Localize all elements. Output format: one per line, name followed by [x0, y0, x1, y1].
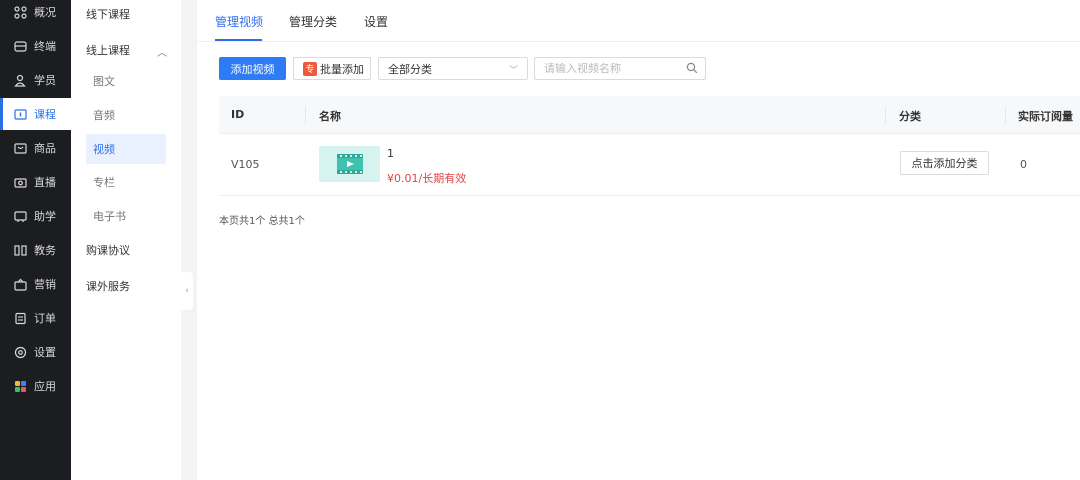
- submenu-label: 电子书: [93, 210, 126, 223]
- column-header-id: ID: [231, 108, 245, 121]
- nav-item-terminal[interactable]: 终端: [0, 30, 71, 62]
- submenu-label: 线上课程: [86, 44, 130, 57]
- marketing-icon: [14, 278, 27, 291]
- main-nav: 概况 终端 学员 课程 商品 直播 助学 教务 营销 订单 设置 应用: [0, 0, 71, 480]
- tab-settings[interactable]: 设置: [364, 13, 388, 30]
- column-separator: [885, 106, 886, 124]
- table-header: ID 名称 分类 实际订阅量: [219, 96, 1080, 134]
- add-video-button[interactable]: 添加视频: [219, 57, 286, 80]
- column-header-subscriptions: 实际订阅量: [1018, 110, 1073, 123]
- nav-label: 订单: [34, 312, 56, 325]
- nav-label: 学员: [34, 74, 56, 87]
- nav-item-academic[interactable]: 教务: [0, 234, 71, 266]
- live-icon: [14, 176, 27, 189]
- chevron-left-icon: ‹: [185, 286, 189, 296]
- nav-label: 设置: [34, 346, 56, 359]
- nav-item-apps[interactable]: 应用: [0, 370, 71, 402]
- submenu-purchase-agreement[interactable]: 购课协议: [71, 235, 181, 265]
- chevron-down-icon: ﹀: [508, 66, 518, 76]
- users-icon: [14, 74, 27, 87]
- batch-add-button[interactable]: 专 批量添加: [293, 57, 371, 80]
- search-icon[interactable]: [686, 62, 698, 74]
- pagination-summary: 本页共1个 总共1个: [219, 216, 305, 227]
- nav-label: 营销: [34, 278, 56, 291]
- nav-label: 教务: [34, 244, 56, 257]
- collapse-submenu-button[interactable]: ‹: [181, 272, 193, 310]
- tab-manage-videos[interactable]: 管理视频: [215, 13, 263, 30]
- goods-icon: [14, 142, 27, 155]
- nav-label: 商品: [34, 142, 56, 155]
- nav-item-live[interactable]: 直播: [0, 166, 71, 198]
- table-row[interactable]: V105 1 ¥0.01/长期有效 点击添加分类 0: [219, 134, 1080, 196]
- nav-item-study[interactable]: 助学: [0, 200, 71, 232]
- submenu-item-audio[interactable]: 音频: [71, 100, 181, 130]
- tab-bar: 管理视频 管理分类 设置: [197, 0, 1080, 42]
- course-submenu: 线下课程 线上课程 ︿ 图文 音频 视频 专栏 电子书 购课协议 课外服务: [71, 0, 181, 480]
- video-search-input[interactable]: [534, 57, 706, 80]
- academic-icon: [14, 244, 27, 257]
- grid-icon: [14, 5, 27, 19]
- submenu-label: 线下课程: [86, 8, 130, 21]
- submenu-label: 课外服务: [86, 280, 130, 293]
- study-icon: [14, 210, 27, 223]
- active-tab-indicator: [215, 39, 262, 41]
- order-icon: [14, 312, 27, 325]
- submenu-item-graphic[interactable]: 图文: [71, 66, 181, 96]
- nav-item-students[interactable]: 学员: [0, 64, 71, 96]
- terminal-icon: [14, 40, 27, 53]
- nav-item-overview[interactable]: 概况: [0, 0, 71, 28]
- nav-label: 助学: [34, 210, 56, 223]
- chevron-up-icon: ︿: [157, 48, 167, 59]
- submenu-item-video[interactable]: 视频: [86, 134, 166, 164]
- apps-icon: [14, 380, 27, 393]
- column-separator: [1005, 106, 1006, 124]
- video-file-icon: [336, 154, 363, 174]
- submenu-label: 视频: [93, 143, 115, 156]
- submenu-label: 音频: [93, 109, 115, 122]
- submenu-online-courses[interactable]: 线上课程 ︿: [71, 35, 181, 65]
- nav-label: 直播: [34, 176, 56, 189]
- cell-video-price: ¥0.01/长期有效: [387, 172, 467, 185]
- cell-subscriptions: 0: [1020, 158, 1027, 171]
- category-select-value: 全部分类: [388, 62, 432, 76]
- submenu-label: 专栏: [93, 176, 115, 189]
- nav-label: 终端: [34, 40, 56, 53]
- cell-video-name: 1: [387, 147, 394, 160]
- submenu-item-column[interactable]: 专栏: [71, 167, 181, 197]
- settings-icon: [14, 346, 27, 359]
- category-select[interactable]: 全部分类 ﹀: [378, 57, 528, 80]
- submenu-offline-courses[interactable]: 线下课程: [71, 0, 181, 29]
- course-icon: [14, 108, 27, 121]
- nav-item-goods[interactable]: 商品: [0, 132, 71, 164]
- video-thumbnail[interactable]: [319, 146, 380, 182]
- cell-id: V105: [231, 158, 260, 171]
- nav-item-settings[interactable]: 设置: [0, 336, 71, 368]
- batch-badge-icon: 专: [303, 61, 317, 76]
- submenu-label: 图文: [93, 75, 115, 88]
- column-separator: [305, 106, 306, 124]
- nav-label: 概况: [34, 6, 56, 19]
- nav-item-orders[interactable]: 订单: [0, 302, 71, 334]
- add-category-button[interactable]: 点击添加分类: [900, 151, 989, 175]
- submenu-item-ebook[interactable]: 电子书: [71, 201, 181, 231]
- nav-label: 应用: [34, 380, 56, 393]
- nav-label: 课程: [34, 108, 56, 121]
- batch-add-label: 批量添加: [320, 62, 364, 76]
- submenu-label: 购课协议: [86, 244, 130, 257]
- panel-splitter: [181, 0, 197, 480]
- nav-item-marketing[interactable]: 营销: [0, 268, 71, 300]
- submenu-extra-services[interactable]: 课外服务: [71, 271, 181, 301]
- main-content: 管理视频 管理分类 设置 添加视频 专 批量添加 全部分类 ﹀ ID 名称 分类…: [197, 0, 1080, 480]
- column-header-name: 名称: [319, 110, 341, 123]
- nav-item-courses[interactable]: 课程: [0, 98, 71, 130]
- tab-manage-categories[interactable]: 管理分类: [289, 13, 337, 30]
- column-header-category: 分类: [899, 110, 921, 123]
